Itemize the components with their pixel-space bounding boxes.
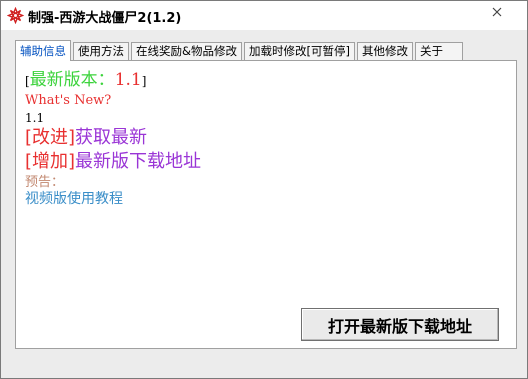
preview-text: 视频版使用教程 bbox=[25, 191, 123, 208]
latest-version-value: 1.1 bbox=[114, 70, 142, 90]
improve-tag: [改进] bbox=[25, 127, 76, 149]
tab-about[interactable]: 关于 bbox=[414, 42, 463, 60]
client-area: 辅助信息 使用方法 在线奖励&物品修改 加载时修改[可暂停] 其他修改 关于 [… bbox=[1, 30, 527, 378]
tab-load-modify[interactable]: 加载时修改[可暂停] bbox=[243, 42, 355, 60]
latest-version-line: [最新版本：1.1] bbox=[25, 70, 510, 90]
changelog-item-add: [增加]最新版下载地址 bbox=[25, 151, 510, 173]
tab-strip: 辅助信息 使用方法 在线奖励&物品修改 加载时修改[可暂停] 其他修改 关于 bbox=[15, 40, 465, 61]
add-tag: [增加] bbox=[25, 150, 76, 172]
tab-panel: [最新版本：1.1] What's New? 1.1 [改进]获取最新 [增加]… bbox=[15, 60, 517, 349]
title-bar[interactable]: 制强-西游大战僵尸2(1.2) bbox=[1, 1, 527, 30]
app-window: 制强-西游大战僵尸2(1.2) 辅助信息 使用方法 在线奖励&物品修改 加载时修… bbox=[0, 0, 528, 379]
window-title: 制强-西游大战僵尸2(1.2) bbox=[28, 11, 182, 26]
flower-logo-icon bbox=[6, 6, 25, 25]
whats-new-heading: What's New? bbox=[25, 93, 112, 109]
tab-assist-info[interactable]: 辅助信息 bbox=[15, 40, 71, 61]
close-icon bbox=[492, 7, 502, 17]
changelog-item-improve: [改进]获取最新 bbox=[25, 127, 510, 149]
latest-version-label: 最新版本： bbox=[29, 70, 115, 90]
preview-label: 预告： bbox=[25, 174, 65, 190]
new-version-number: 1.1 bbox=[25, 110, 45, 125]
info-rich-text: [最新版本：1.1] What's New? 1.1 [改进]获取最新 [增加]… bbox=[25, 68, 510, 342]
tab-other-modify[interactable]: 其他修改 bbox=[356, 42, 413, 60]
close-button[interactable] bbox=[477, 2, 517, 22]
bracket-close: ] bbox=[141, 74, 147, 88]
add-text: 最新版下载地址 bbox=[75, 150, 202, 172]
tab-online-rewards[interactable]: 在线奖励&物品修改 bbox=[131, 42, 242, 60]
improve-text: 获取最新 bbox=[75, 127, 148, 149]
open-download-button[interactable]: 打开最新版下载地址 bbox=[301, 308, 499, 341]
tab-usage[interactable]: 使用方法 bbox=[73, 42, 129, 60]
